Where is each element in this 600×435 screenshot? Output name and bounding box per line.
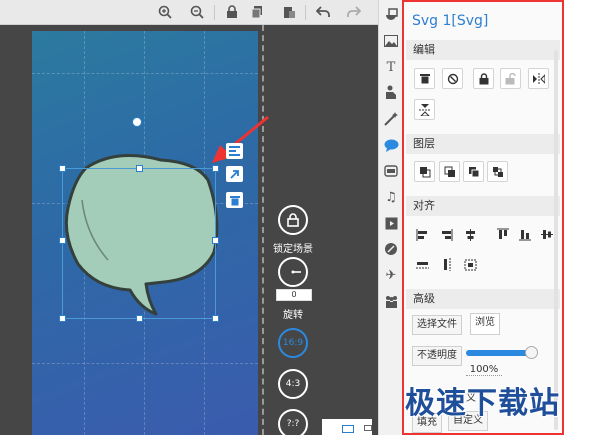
people-icon[interactable] bbox=[382, 292, 400, 310]
delete-icon[interactable] bbox=[414, 68, 435, 89]
copy-icon[interactable] bbox=[248, 3, 266, 21]
lock-icon bbox=[287, 213, 299, 227]
undo-icon[interactable] bbox=[314, 3, 332, 21]
music-icon[interactable]: ♫ bbox=[382, 188, 400, 206]
right-margin bbox=[564, 0, 600, 435]
distribute-h-icon[interactable] bbox=[412, 254, 433, 275]
rocket-icon[interactable] bbox=[382, 240, 400, 258]
properties-panel: Svg 1[Svg] 编辑 图层 对齐 高级 选择文件 浏览 不透明度 100%… bbox=[402, 0, 564, 435]
rotate-dial[interactable] bbox=[278, 257, 308, 287]
ratio-4-3-button[interactable]: 4:3 bbox=[278, 369, 308, 399]
resize-handle-se[interactable] bbox=[212, 315, 219, 322]
section-advanced: 高级 bbox=[406, 289, 560, 309]
lock-scene-label: 锁定场景 bbox=[273, 244, 313, 255]
plane-icon[interactable]: ✈ bbox=[382, 266, 400, 284]
resize-handle-nw[interactable] bbox=[59, 165, 66, 172]
rotate-label: 旋转 bbox=[283, 310, 303, 321]
resize-handle-n[interactable] bbox=[136, 165, 143, 172]
zoom-out-icon[interactable] bbox=[188, 3, 206, 21]
screen-icon bbox=[342, 425, 354, 433]
trash-icon bbox=[229, 195, 240, 205]
delete-button[interactable] bbox=[226, 192, 243, 208]
opacity-slider-fill bbox=[466, 350, 531, 356]
rotate-dial-icon bbox=[291, 270, 301, 274]
section-edit: 编辑 bbox=[406, 40, 560, 60]
speech-bubble-icon[interactable] bbox=[382, 136, 400, 154]
layer-order-button[interactable] bbox=[226, 143, 243, 159]
flip-button[interactable] bbox=[226, 166, 243, 182]
lock-icon[interactable] bbox=[473, 68, 494, 89]
select-file-button[interactable]: 选择文件 bbox=[412, 315, 462, 335]
page-boundary bbox=[262, 25, 266, 435]
top-toolbar bbox=[0, 0, 378, 25]
opacity-slider-knob[interactable] bbox=[524, 346, 538, 359]
align-left-icon[interactable] bbox=[412, 224, 433, 245]
align-right-icon[interactable] bbox=[436, 224, 457, 245]
resize-handle-ne[interactable] bbox=[212, 165, 219, 172]
zoom-in-icon[interactable] bbox=[156, 3, 174, 21]
align-top-icon[interactable] bbox=[492, 224, 513, 245]
send-to-back-icon[interactable] bbox=[487, 161, 508, 182]
lock-scene-button[interactable] bbox=[278, 205, 308, 235]
reset-icon[interactable] bbox=[442, 68, 463, 89]
flip-vertical-icon[interactable] bbox=[414, 99, 435, 120]
panel-title: Svg 1[Svg] bbox=[412, 13, 489, 29]
asset-icon-strip: T ♫ ✈ bbox=[378, 0, 402, 435]
flip-icon bbox=[230, 169, 239, 179]
window-icon[interactable] bbox=[364, 425, 372, 431]
character-icon[interactable] bbox=[382, 83, 400, 101]
browse-button[interactable]: 浏览 bbox=[470, 313, 500, 335]
opacity-label: 不透明度 bbox=[412, 346, 462, 366]
fit-canvas-icon[interactable] bbox=[460, 254, 481, 275]
send-backward-icon[interactable] bbox=[463, 161, 484, 182]
image-icon[interactable] bbox=[382, 32, 400, 50]
flip-horizontal-icon[interactable] bbox=[528, 68, 549, 89]
resize-handle-w[interactable] bbox=[59, 237, 66, 244]
align-bottom-icon[interactable] bbox=[514, 224, 535, 245]
panel-scrollbar[interactable] bbox=[554, 50, 558, 430]
workspace: 锁定场景 0 旋转 16:9 4:3 ?:? bbox=[0, 25, 378, 435]
resize-handle-e[interactable] bbox=[212, 237, 219, 244]
paste-icon[interactable] bbox=[280, 3, 298, 21]
resize-handle-sw[interactable] bbox=[59, 315, 66, 322]
redo-icon[interactable] bbox=[345, 3, 363, 21]
resize-handle-s[interactable] bbox=[136, 315, 143, 322]
watermark-text: 极速下载站 bbox=[405, 386, 560, 421]
shape-icon[interactable] bbox=[382, 6, 400, 24]
watermark-logo: 极速下载站 bbox=[405, 378, 595, 421]
rotation-input[interactable]: 0 bbox=[276, 289, 312, 301]
bring-to-front-icon[interactable] bbox=[414, 161, 435, 182]
opacity-value: 100% bbox=[466, 364, 502, 376]
section-align: 对齐 bbox=[406, 196, 560, 216]
bubble-stack-icon[interactable] bbox=[382, 162, 400, 180]
effects-icon[interactable] bbox=[382, 110, 400, 128]
distribute-v-icon[interactable] bbox=[436, 254, 457, 275]
unlock-icon[interactable] bbox=[500, 68, 521, 89]
ratio-custom-button[interactable]: ?:? bbox=[278, 409, 308, 435]
bring-forward-icon[interactable] bbox=[439, 161, 460, 182]
ratio-16-9-button[interactable]: 16:9 bbox=[278, 328, 308, 358]
video-icon[interactable] bbox=[382, 214, 400, 232]
align-center-h-icon[interactable] bbox=[460, 224, 481, 245]
selection-box[interactable] bbox=[59, 165, 219, 322]
text-icon[interactable]: T bbox=[382, 58, 400, 76]
opacity-slider[interactable] bbox=[466, 346, 538, 359]
lock-icon[interactable] bbox=[223, 3, 241, 21]
list-icon bbox=[229, 146, 240, 156]
rotate-handle[interactable] bbox=[132, 117, 142, 127]
section-layer: 图层 bbox=[406, 134, 560, 154]
